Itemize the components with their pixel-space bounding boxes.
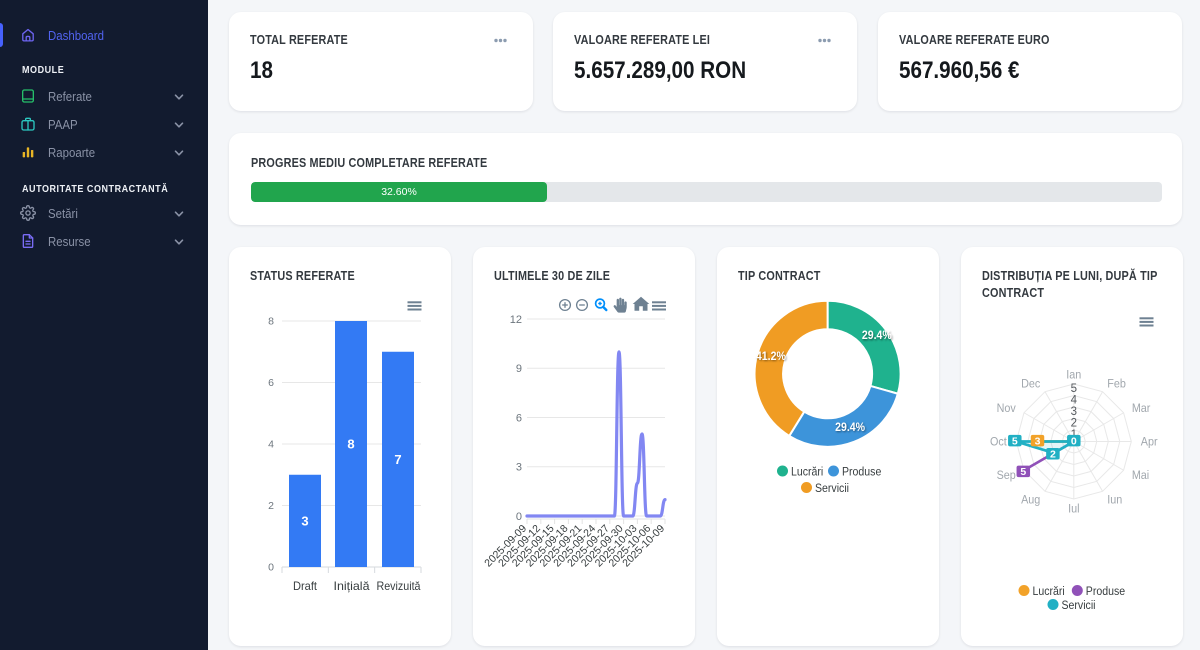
svg-text:Mar: Mar [1132, 403, 1151, 416]
svg-text:4: 4 [1071, 394, 1078, 406]
svg-text:12: 12 [510, 314, 522, 326]
svg-text:2: 2 [1050, 449, 1056, 461]
svg-text:3: 3 [516, 462, 522, 474]
svg-text:5: 5 [1071, 383, 1077, 395]
svg-text:6: 6 [268, 377, 274, 389]
svg-text:Iul: Iul [1068, 503, 1079, 516]
svg-text:8: 8 [347, 437, 354, 452]
svg-text:Draft: Draft [293, 579, 318, 593]
svg-text:Dec: Dec [1021, 378, 1040, 391]
svg-text:Lucrări: Lucrări [1033, 585, 1065, 598]
svg-text:0: 0 [516, 511, 522, 523]
svg-text:6: 6 [516, 412, 522, 424]
svg-text:Lucrări: Lucrări [791, 466, 823, 479]
svg-text:Sep: Sep [997, 470, 1016, 483]
svg-text:0: 0 [268, 562, 274, 574]
svg-text:7: 7 [394, 452, 401, 467]
svg-text:Inițială: Inițială [334, 579, 370, 593]
svg-text:3: 3 [301, 513, 308, 528]
svg-text:5: 5 [1020, 466, 1026, 478]
svg-text:5: 5 [1012, 435, 1018, 447]
svg-text:Ian: Ian [1066, 369, 1081, 382]
svg-text:0: 0 [1071, 435, 1077, 447]
svg-text:9: 9 [516, 363, 522, 375]
svg-text:Revizuită: Revizuită [377, 579, 421, 593]
svg-text:8: 8 [268, 316, 274, 328]
svg-text:41.2%: 41.2% [756, 350, 786, 363]
svg-text:Apr: Apr [1141, 436, 1158, 449]
svg-text:3: 3 [1035, 435, 1041, 447]
svg-text:Aug: Aug [1021, 494, 1040, 507]
svg-text:Iun: Iun [1107, 494, 1122, 507]
svg-text:Oct: Oct [990, 436, 1008, 449]
svg-text:29.4%: 29.4% [862, 330, 892, 343]
svg-text:29.4%: 29.4% [835, 421, 865, 434]
svg-text:3: 3 [1071, 406, 1077, 418]
svg-text:Mai: Mai [1132, 470, 1149, 483]
svg-text:Produse: Produse [1086, 585, 1125, 598]
svg-text:Servicii: Servicii [815, 482, 849, 495]
svg-text:4: 4 [268, 439, 274, 451]
svg-text:Nov: Nov [997, 403, 1016, 416]
svg-text:Servicii: Servicii [1062, 599, 1096, 612]
svg-text:2: 2 [268, 500, 274, 512]
svg-text:2: 2 [1071, 417, 1077, 429]
svg-text:Produse: Produse [842, 466, 881, 479]
svg-text:Feb: Feb [1107, 378, 1126, 391]
